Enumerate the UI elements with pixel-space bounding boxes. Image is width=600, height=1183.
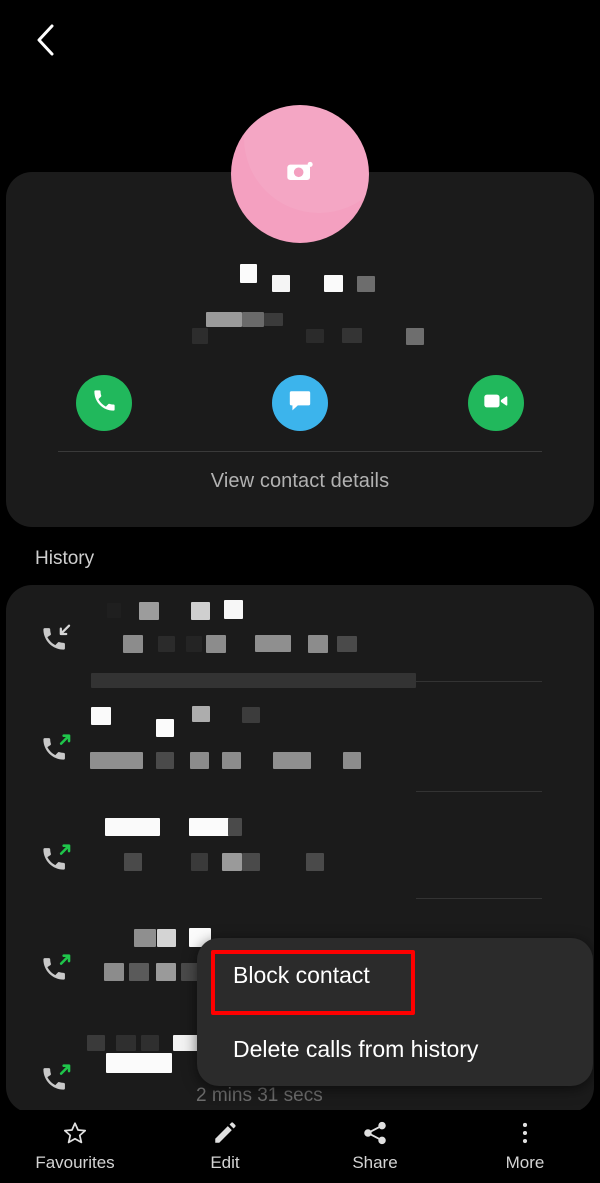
nav-item-favourites[interactable]: Favourites — [0, 1120, 150, 1173]
redaction-block — [129, 963, 149, 981]
outgoing-call-icon — [40, 731, 74, 765]
camera-icon — [284, 156, 316, 193]
history-row-separator — [416, 898, 542, 899]
call-duration-text: 2 mins 31 secs — [196, 1085, 323, 1106]
redaction-block — [106, 1053, 172, 1073]
redaction-block — [191, 853, 208, 871]
redaction-block — [206, 312, 242, 327]
outgoing-call-icon — [40, 841, 74, 875]
redaction-block — [156, 752, 174, 769]
incoming-call-icon — [40, 621, 74, 655]
menu-item-delete-calls[interactable]: Delete calls from history — [197, 1012, 593, 1086]
pencil-icon — [212, 1120, 238, 1146]
redaction-block — [157, 929, 176, 947]
redaction-block — [186, 636, 202, 652]
nav-item-more[interactable]: More — [450, 1120, 600, 1173]
nav-label-favourites: Favourites — [35, 1153, 115, 1172]
redaction-block — [134, 929, 156, 947]
redaction-block — [228, 818, 242, 836]
redaction-block — [242, 707, 260, 723]
redaction-block — [406, 328, 424, 345]
redaction-block — [264, 313, 283, 326]
menu-item-block-contact[interactable]: Block contact — [197, 938, 593, 1012]
phone-icon — [91, 387, 118, 419]
redaction-block — [105, 818, 160, 836]
video-call-button[interactable] — [468, 375, 524, 431]
nav-label-more: More — [505, 1153, 545, 1172]
redaction-block — [189, 818, 229, 836]
more-vertical-icon — [512, 1120, 538, 1146]
redaction-block — [222, 752, 241, 769]
context-menu: Block contact Delete calls from history — [197, 938, 593, 1086]
redaction-block — [224, 600, 243, 619]
nav-item-share[interactable]: Share — [300, 1120, 450, 1173]
nav-label-edit: Edit — [210, 1153, 240, 1172]
history-row-separator — [106, 681, 542, 682]
redaction-block — [337, 636, 357, 652]
redaction-block — [190, 752, 209, 769]
redaction-block — [192, 328, 208, 344]
redaction-block — [222, 853, 242, 871]
history-row-separator — [416, 791, 542, 792]
redaction-block — [156, 963, 176, 981]
share-icon — [362, 1120, 388, 1146]
redaction-block — [156, 719, 174, 737]
redaction-block — [124, 853, 142, 871]
outgoing-call-icon — [40, 951, 74, 985]
message-icon — [287, 388, 313, 419]
contact-number-redacted — [6, 312, 594, 352]
redaction-block — [158, 636, 175, 652]
avatar[interactable] — [231, 105, 369, 243]
redaction-block — [306, 329, 324, 343]
contact-action-buttons — [6, 375, 594, 431]
redaction-block — [87, 1035, 105, 1051]
card-divider — [58, 451, 542, 452]
outgoing-call-icon — [40, 1061, 74, 1095]
video-camera-icon — [482, 387, 510, 420]
history-row[interactable] — [6, 585, 594, 695]
redaction-block — [104, 963, 124, 981]
history-section-label: History — [35, 548, 95, 569]
contact-detail-screen: View contact details History 2 mins 31 s… — [0, 0, 600, 1183]
redaction-block — [342, 328, 362, 343]
redaction-block — [141, 1035, 159, 1051]
redaction-block — [242, 853, 260, 871]
redaction-block — [308, 635, 328, 653]
nav-label-share: Share — [352, 1153, 398, 1172]
redaction-block — [255, 635, 291, 652]
message-button[interactable] — [272, 375, 328, 431]
redaction-block — [357, 276, 375, 292]
redaction-block — [90, 752, 143, 769]
redaction-block — [306, 853, 324, 871]
redaction-block — [324, 275, 343, 292]
chevron-left-icon — [34, 23, 58, 57]
redaction-block — [116, 1035, 136, 1051]
redaction-block — [273, 752, 311, 769]
contact-name-redacted — [6, 262, 594, 302]
redaction-block — [91, 707, 111, 725]
redaction-block — [139, 602, 159, 620]
bottom-navigation-bar: Favourites Edit Share More — [0, 1110, 600, 1183]
redaction-block — [240, 264, 257, 283]
redaction-block — [192, 706, 210, 722]
redaction-block — [107, 603, 121, 618]
back-button[interactable] — [24, 18, 68, 62]
redaction-block — [272, 275, 290, 292]
nav-item-edit[interactable]: Edit — [150, 1120, 300, 1173]
app-header — [0, 0, 600, 80]
redaction-block — [123, 635, 143, 653]
star-icon — [62, 1120, 88, 1146]
redaction-block — [206, 635, 226, 653]
redaction-block — [191, 602, 210, 620]
call-button[interactable] — [76, 375, 132, 431]
view-contact-details-button[interactable]: View contact details — [6, 470, 594, 493]
history-row[interactable] — [6, 695, 594, 805]
redaction-block — [242, 312, 264, 327]
history-row[interactable] — [6, 805, 594, 915]
redaction-block — [343, 752, 361, 769]
